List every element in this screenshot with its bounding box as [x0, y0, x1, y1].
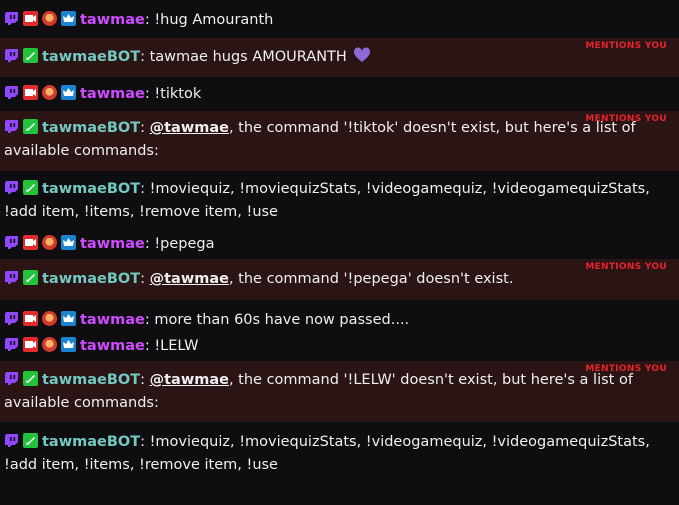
mentions-you-tag: MENTIONS YOU [585, 364, 667, 374]
chat-message: tawmae: !hug Amouranth [0, 0, 679, 38]
chat-message: tawmae: !LELW [0, 332, 679, 361]
video-badge-icon[interactable] [23, 311, 38, 326]
username[interactable]: tawmaeBOT [42, 181, 140, 197]
rocket-badge-icon[interactable] [23, 180, 38, 195]
chat-message-mention: MENTIONS YOU tawmaeBOT: @tawmae, the com… [0, 259, 679, 300]
chat-message: tawmaeBOT: !moviequiz, !moviequizStats, … [0, 422, 679, 483]
username[interactable]: tawmae [80, 236, 145, 252]
chat-message: tawmae: !pepega [0, 229, 679, 259]
rocket-badge-icon[interactable] [23, 433, 38, 448]
colon: : [140, 271, 150, 287]
mentions-you-tag: MENTIONS YOU [585, 114, 667, 124]
chat-message-mention: MENTIONS YOU tawmaeBOT: @tawmae, the com… [0, 361, 679, 422]
twitch-glitch-icon[interactable] [4, 48, 19, 63]
crown-badge-icon[interactable] [61, 311, 76, 326]
rocket-badge-icon[interactable] [23, 48, 38, 63]
twitch-glitch-icon[interactable] [4, 235, 19, 250]
cat-badge-icon[interactable] [42, 311, 57, 326]
cat-badge-icon[interactable] [42, 11, 57, 26]
chat-message: tawmaeBOT: !moviequiz, !moviequizStats, … [0, 171, 679, 229]
mention-link[interactable]: @tawmae [150, 372, 229, 388]
mentions-you-tag: MENTIONS YOU [585, 41, 667, 51]
message-text: !tiktok [154, 86, 202, 102]
colon: : [140, 372, 150, 388]
username[interactable]: tawmaeBOT [42, 372, 140, 388]
twitch-glitch-icon[interactable] [4, 85, 19, 100]
username[interactable]: tawmae [80, 86, 145, 102]
message-text: tawmae hugs AMOURANTH [149, 49, 347, 65]
cat-badge-icon[interactable] [42, 85, 57, 100]
twitch-glitch-icon[interactable] [4, 371, 19, 386]
chat-message-mention: MENTIONS YOU tawmaeBOT: @tawmae, the com… [0, 111, 679, 171]
colon: : [144, 86, 155, 102]
username[interactable]: tawmaeBOT [42, 49, 140, 65]
rocket-badge-icon[interactable] [23, 270, 38, 285]
mention-link[interactable]: @tawmae [150, 120, 229, 136]
crown-badge-icon[interactable] [61, 11, 76, 26]
rocket-badge-icon[interactable] [23, 371, 38, 386]
colon: : [140, 120, 150, 136]
crown-badge-icon[interactable] [61, 235, 76, 250]
chat-message: tawmae: !tiktok [0, 77, 679, 111]
video-badge-icon[interactable] [23, 337, 38, 352]
twitch-glitch-icon[interactable] [4, 270, 19, 285]
message-text: !LELW [154, 338, 199, 354]
cat-badge-icon[interactable] [42, 235, 57, 250]
username[interactable]: tawmaeBOT [42, 120, 140, 136]
purple-heart-emoji-icon [353, 47, 371, 63]
twitch-glitch-icon[interactable] [4, 337, 19, 352]
mentions-you-tag: MENTIONS YOU [585, 262, 667, 272]
username[interactable]: tawmae [80, 12, 145, 28]
twitch-glitch-icon[interactable] [4, 311, 19, 326]
twitch-glitch-icon[interactable] [4, 180, 19, 195]
colon: : [144, 312, 155, 328]
crown-badge-icon[interactable] [61, 85, 76, 100]
colon: : [144, 338, 155, 354]
twitch-glitch-icon[interactable] [4, 433, 19, 448]
username[interactable]: tawmaeBOT [42, 434, 140, 450]
twitch-glitch-icon[interactable] [4, 119, 19, 134]
video-badge-icon[interactable] [23, 235, 38, 250]
message-text: , the command '!pepega' doesn't exist. [228, 271, 514, 287]
username[interactable]: tawmaeBOT [42, 271, 140, 287]
chat-message: tawmae: more than 60s have now passed...… [0, 300, 679, 332]
chat-log: tawmae: !hug Amouranth MENTIONS YOU tawm… [0, 0, 679, 483]
message-text: !hug Amouranth [154, 12, 274, 28]
mention-link[interactable]: @tawmae [150, 271, 229, 287]
video-badge-icon[interactable] [23, 85, 38, 100]
colon: : [140, 181, 150, 197]
twitch-glitch-icon[interactable] [4, 11, 19, 26]
colon: : [140, 49, 150, 65]
chat-message-mention: MENTIONS YOU tawmaeBOT: tawmae hugs AMOU… [0, 38, 679, 77]
cat-badge-icon[interactable] [42, 337, 57, 352]
colon: : [144, 236, 155, 252]
colon: : [140, 434, 150, 450]
colon: : [144, 12, 155, 28]
message-text: !pepega [154, 236, 215, 252]
rocket-badge-icon[interactable] [23, 119, 38, 134]
crown-badge-icon[interactable] [61, 337, 76, 352]
username[interactable]: tawmae [80, 312, 145, 328]
username[interactable]: tawmae [80, 338, 145, 354]
video-badge-icon[interactable] [23, 11, 38, 26]
message-text: more than 60s have now passed.... [154, 312, 410, 328]
